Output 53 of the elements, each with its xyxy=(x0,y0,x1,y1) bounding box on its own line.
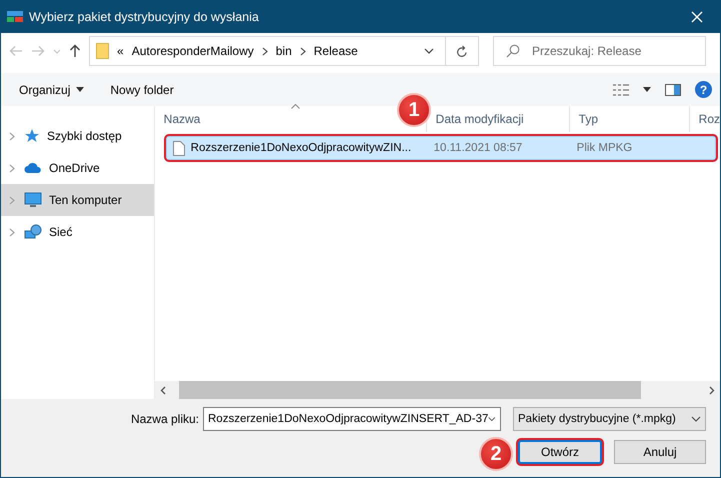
cloud-icon xyxy=(24,162,42,174)
file-icon xyxy=(172,140,185,156)
search-icon xyxy=(506,44,520,58)
monitor-icon xyxy=(24,192,42,208)
address-bar[interactable]: « AutoresponderMailowy bin Release xyxy=(89,36,479,66)
star-icon xyxy=(24,128,40,144)
column-header[interactable]: Typ xyxy=(578,112,598,126)
caret-icon xyxy=(76,87,84,92)
close-icon[interactable] xyxy=(691,11,703,23)
breadcrumb-item[interactable]: AutoresponderMailowy xyxy=(132,44,254,58)
caret-icon[interactable] xyxy=(643,87,651,92)
sidebar-item[interactable]: Sieć xyxy=(1,216,154,248)
chevron-right-icon xyxy=(262,46,268,56)
file-name: Rozszerzenie1DoNexoOdjpracowitywZIN... xyxy=(190,142,412,154)
caret-icon[interactable] xyxy=(424,48,434,54)
sidebar-item[interactable]: OneDrive xyxy=(1,152,154,184)
file-name-field[interactable]: Rozszerzenie1DoNexoOdjpracowitywZINSERT_AD-37 xyxy=(203,407,501,431)
horizontal-scrollbar[interactable] xyxy=(154,381,720,399)
chevron-right-icon[interactable] xyxy=(9,228,15,236)
table-cell-text: 10.11.2021 08:57 xyxy=(432,142,524,154)
help-icon[interactable]: ? xyxy=(695,81,712,98)
sidebar-item[interactable]: Ten komputer xyxy=(1,184,154,216)
open-button[interactable]: Otwórz xyxy=(518,440,602,464)
network-icon xyxy=(24,224,42,240)
app-logo-icon xyxy=(7,11,23,23)
table-cell-text: Plik MPKG xyxy=(576,142,634,154)
overflow-chevrons[interactable]: « xyxy=(117,44,124,58)
preview-pane-icon[interactable] xyxy=(665,84,681,96)
scroll-left-icon[interactable] xyxy=(160,386,166,394)
chevron-right-icon xyxy=(300,46,306,56)
cancel-button[interactable]: Anuluj xyxy=(614,440,706,464)
caret-icon[interactable] xyxy=(488,416,496,422)
organize-button[interactable]: Organizuj xyxy=(19,82,84,96)
file-row[interactable]: Rozszerzenie1DoNexoOdjpracowitywZIN... 10.11.2021 08:57 Plik MPKG xyxy=(166,136,716,160)
chevron-right-icon[interactable] xyxy=(9,164,15,172)
new-folder-button[interactable]: Nowy folder xyxy=(110,82,174,96)
caret-icon xyxy=(691,416,701,422)
search-field[interactable]: Przeszukaj: Release xyxy=(493,36,706,66)
file-type-dropdown[interactable]: Pakiety dystrybucyjne (*.mpkg) xyxy=(513,407,706,431)
column-header[interactable]: Data modyfikacji xyxy=(436,112,524,126)
window-title: Wybierz pakiet dystrybucyjny do wysłania xyxy=(29,10,260,24)
sidebar-item[interactable]: Szybki dostęp xyxy=(1,120,154,152)
chevron-right-icon[interactable] xyxy=(9,132,15,140)
view-options-icon[interactable] xyxy=(613,84,629,96)
breadcrumb-item[interactable]: bin xyxy=(276,44,292,58)
folder-icon xyxy=(96,43,109,59)
refresh-icon[interactable] xyxy=(456,44,468,58)
column-header[interactable]: Nazwa xyxy=(164,112,200,126)
scroll-right-icon[interactable] xyxy=(709,386,715,394)
breadcrumb-item[interactable]: Release xyxy=(314,44,358,58)
file-name-label: Nazwa pliku: xyxy=(130,412,199,426)
up-arrow-icon[interactable] xyxy=(69,44,81,58)
column-header[interactable]: Roz xyxy=(698,112,720,126)
